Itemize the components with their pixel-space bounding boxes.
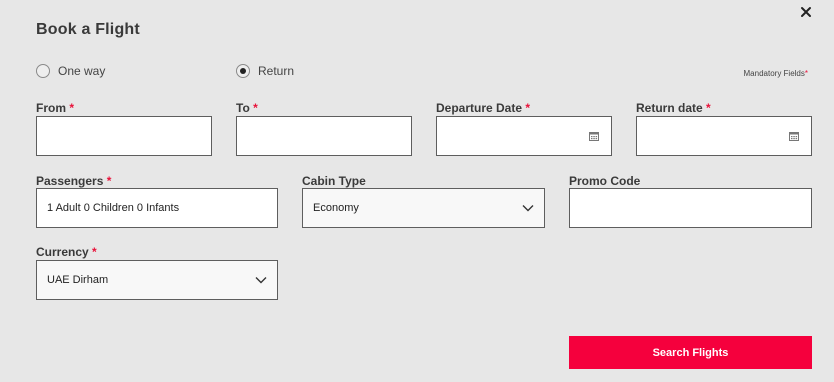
return-radio[interactable]: Return <box>236 64 294 78</box>
chevron-down-icon <box>522 205 534 212</box>
currency-label-text: Currency <box>36 245 89 259</box>
currency-value: UAE Dirham <box>47 274 109 286</box>
radio-circle[interactable] <box>36 64 50 78</box>
passengers-field[interactable] <box>36 188 278 228</box>
dialog-title: Book a Flight <box>36 21 140 38</box>
passengers-label-text: Passengers <box>36 174 104 188</box>
departure-date-field[interactable] <box>436 116 612 156</box>
mandatory-text: Mandatory Fields <box>743 69 805 78</box>
to-field[interactable] <box>236 116 412 156</box>
close-icon <box>801 7 811 17</box>
return-label: Return <box>258 64 295 78</box>
departure-date-label-text: Departure Date <box>436 101 523 115</box>
calendar-icon[interactable] <box>589 131 599 141</box>
return-date-field[interactable] <box>636 116 812 156</box>
required-asterisk: * <box>69 101 75 115</box>
one-way-radio[interactable]: One way <box>36 64 105 78</box>
promo-code-field[interactable] <box>569 188 812 228</box>
from-label-text: From <box>36 101 66 115</box>
currency-select[interactable]: UAE Dirham <box>36 260 278 300</box>
chevron-down-icon <box>255 277 267 284</box>
cabin-type-select[interactable]: Economy <box>302 188 545 228</box>
from-field[interactable] <box>36 116 212 156</box>
cabin-type-label: Cabin Type <box>302 174 366 188</box>
radio-circle-checked[interactable] <box>236 64 250 78</box>
passengers-label: Passengers * <box>36 174 111 188</box>
required-asterisk: * <box>706 101 711 115</box>
one-way-label: One way <box>58 64 106 78</box>
return-date-label-text: Return date <box>636 101 703 115</box>
currency-label: Currency * <box>36 245 97 259</box>
close-button[interactable] <box>797 3 815 21</box>
from-label: From * <box>36 101 74 115</box>
calendar-icon[interactable] <box>789 131 799 141</box>
cabin-type-value: Economy <box>313 202 359 214</box>
departure-date-input[interactable] <box>437 117 611 155</box>
promo-code-label: Promo Code <box>569 174 641 188</box>
departure-date-label: Departure Date * <box>436 101 530 115</box>
required-asterisk: * <box>525 101 531 115</box>
passengers-input[interactable] <box>37 189 277 227</box>
to-input[interactable] <box>237 117 411 155</box>
mandatory-note: Mandatory Fields* <box>744 69 808 78</box>
required-asterisk: * <box>253 101 258 115</box>
promo-code-input[interactable] <box>570 189 811 227</box>
to-label: To * <box>236 101 258 115</box>
return-date-label: Return date * <box>636 101 711 115</box>
required-asterisk: * <box>804 69 808 78</box>
return-date-input[interactable] <box>637 117 811 155</box>
required-asterisk: * <box>106 174 112 188</box>
required-asterisk: * <box>92 245 97 259</box>
to-label-text: To <box>236 101 250 115</box>
from-input[interactable] <box>37 117 211 155</box>
search-flights-button[interactable]: Search Flights <box>569 336 812 369</box>
